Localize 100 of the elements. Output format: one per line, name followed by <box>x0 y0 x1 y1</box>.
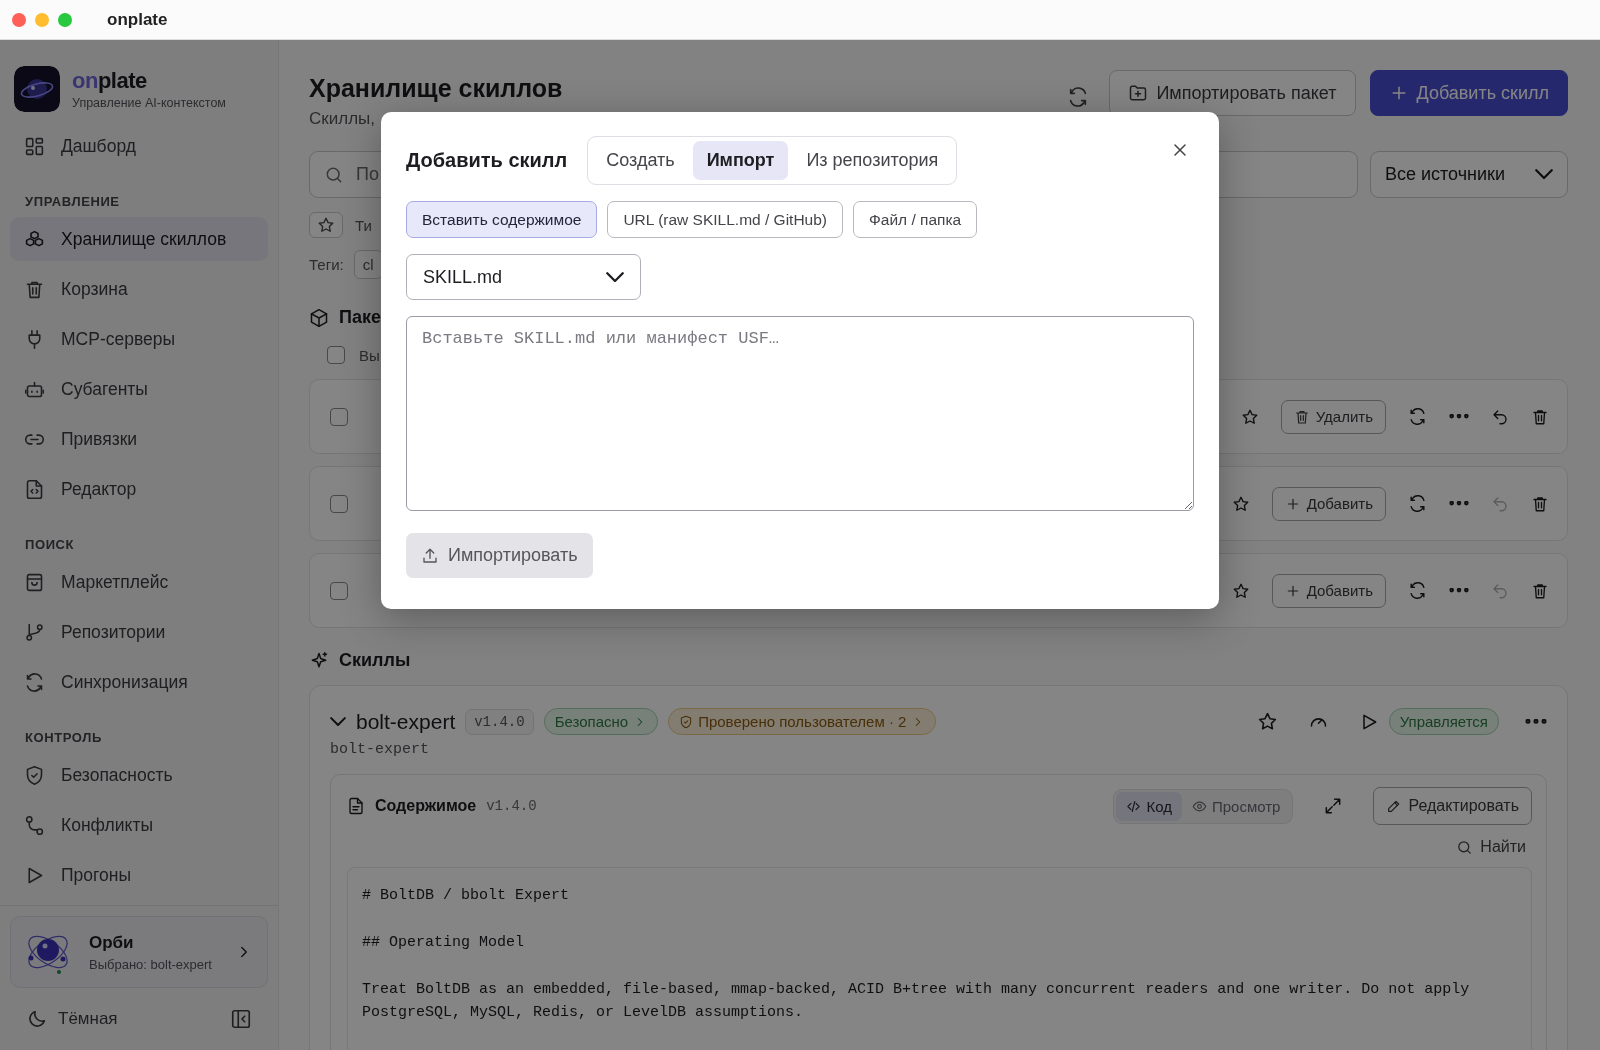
app-tagline: Управление AI-контекстом <box>72 96 226 110</box>
add-button[interactable]: Добавить <box>1271 573 1386 608</box>
assistant-name: Орби <box>89 932 135 953</box>
nav-item[interactable]: Дашборд <box>10 124 268 168</box>
favorites-toggle[interactable] <box>309 212 343 238</box>
undo-icon[interactable] <box>1491 407 1509 426</box>
bag-icon <box>24 571 45 593</box>
code-text: Treat BoltDB as an embedded, file-based, mmap-backed, ACID B+tree with many concurrent readers and one writer. Do not apply PostgreSQL, MySQL, Redis, or LevelDB assumptions. <box>362 980 1471 1023</box>
upload-icon <box>421 546 439 565</box>
window-title: onplate <box>107 9 168 30</box>
more-icon <box>1525 719 1547 724</box>
panel-version: v1.4.0 <box>486 798 537 814</box>
content-field[interactable]: Вставьте SKILL.md или манифест USF… <box>406 316 1194 511</box>
trash-icon <box>1531 581 1549 600</box>
nav-item[interactable]: Редактор <box>10 467 268 511</box>
checkbox[interactable] <box>327 346 345 364</box>
shield-icon <box>24 764 45 786</box>
zoom-window-button[interactable] <box>58 12 72 27</box>
assistant-card[interactable]: Орби Выбрано: bolt-expert <box>10 916 268 988</box>
nav-item[interactable]: Хранилище скиллов <box>10 217 268 261</box>
find-button[interactable]: Найти <box>1450 837 1532 857</box>
app-name: onplate <box>72 68 148 94</box>
chevron-down-icon <box>1535 169 1553 180</box>
checkbox[interactable] <box>330 407 348 426</box>
refresh-icon <box>1408 494 1427 513</box>
route-icon <box>24 814 45 836</box>
star-icon <box>1231 581 1250 600</box>
moon-icon <box>26 1008 48 1030</box>
shield-icon <box>679 714 694 729</box>
nav-item[interactable]: Прогоны <box>10 853 268 897</box>
page-subtitle: Скиллы, <box>309 109 376 129</box>
panel-title: Содержимое <box>375 797 477 815</box>
nav-item[interactable]: Репозитории <box>10 610 268 654</box>
star-icon <box>1231 494 1250 513</box>
view-tab[interactable]: Просмотр <box>1181 791 1291 821</box>
format-dropdown[interactable]: SKILL.md <box>406 254 641 300</box>
nav-item[interactable]: Конфликты <box>10 803 268 847</box>
branch-icon <box>24 621 45 643</box>
verified-badge[interactable]: Проверено пользователем · 2 <box>668 708 937 735</box>
tag-chip[interactable]: cl <box>353 250 383 279</box>
view-tab[interactable]: Код <box>1116 791 1182 821</box>
section-title: Паке <box>339 307 381 328</box>
chevron-down-icon <box>330 716 346 727</box>
grid-icon <box>24 135 45 157</box>
nav-item[interactable]: Синхронизация <box>10 660 268 704</box>
nav-item[interactable]: Безопасность <box>10 753 268 797</box>
trash-icon <box>1531 494 1549 513</box>
code-icon <box>1126 798 1142 814</box>
checkbox-label: Вы <box>359 346 380 364</box>
dialog-tab[interactable]: Импорт <box>692 141 789 180</box>
skill-slug: bolt-expert <box>330 741 431 758</box>
dialog-tab[interactable]: Из репозитория <box>792 141 953 180</box>
version-tag: v1.4.0 <box>465 708 534 735</box>
theme-toggle[interactable]: Тёмная <box>26 1008 220 1030</box>
nav-item[interactable]: MCP-серверы <box>10 317 268 361</box>
page-title: Хранилище скиллов <box>309 74 564 103</box>
nav-item[interactable]: Привязки <box>10 417 268 461</box>
trash-icon <box>1293 408 1310 425</box>
file-code-icon <box>24 478 45 500</box>
source-option[interactable]: URL (raw SKILL.md / GitHub) <box>607 201 843 238</box>
refresh-icon <box>1408 581 1427 600</box>
section-title: Скиллы <box>339 650 411 671</box>
chevron-down-icon <box>606 271 624 283</box>
nav-item[interactable]: Корзина <box>10 267 268 311</box>
folder-icon <box>1128 83 1149 103</box>
add-button[interactable]: Добавить <box>1271 486 1386 521</box>
add-skill-button[interactable]: Добавить скилл <box>1369 70 1568 116</box>
more-icon <box>1449 414 1469 419</box>
refresh-icon <box>24 671 45 693</box>
document-icon <box>347 797 365 815</box>
remove-button[interactable]: Удалить <box>1280 399 1386 434</box>
star-icon <box>1256 711 1278 732</box>
assistant-status: Выбрано: bolt-expert <box>89 956 213 972</box>
trash-icon <box>1531 407 1549 426</box>
code-text: ## Operating Model <box>362 933 526 953</box>
refresh-icon <box>1408 407 1427 426</box>
nav-section-heading: УПРАВЛЕНИЕ <box>24 193 121 211</box>
star-icon <box>317 216 335 234</box>
more-icon <box>1449 588 1469 593</box>
status-badge: Управляется <box>1388 708 1499 735</box>
collapse-sidebar-icon <box>230 1008 252 1030</box>
checkbox[interactable] <box>330 494 348 513</box>
nav-item[interactable]: Субагенты <box>10 367 268 411</box>
close-window-button[interactable] <box>12 12 26 27</box>
star-icon <box>1240 407 1259 426</box>
import-package-button[interactable]: Импортировать пакет <box>1109 70 1356 116</box>
source-dropdown[interactable]: Все источники <box>1370 151 1568 198</box>
eye-icon <box>1191 798 1207 814</box>
nav-item[interactable]: Маркетплейс <box>10 560 268 604</box>
more-icon <box>1449 501 1469 506</box>
minimize-window-button[interactable] <box>35 12 49 27</box>
dialog-tab[interactable]: Создать <box>592 141 689 180</box>
source-option[interactable]: Файл / папка <box>853 201 978 238</box>
source-option[interactable]: Вставить содержимое <box>406 201 598 238</box>
checkbox[interactable] <box>330 581 348 600</box>
code-text: # BoltDB / bbolt Expert <box>362 886 571 906</box>
nav-section-heading: КОНТРОЛЬ <box>24 729 103 747</box>
safety-badge[interactable]: Безопасно <box>543 708 659 735</box>
filter-label: Ти <box>355 216 372 234</box>
edit-button[interactable]: Редактировать <box>1373 787 1532 825</box>
